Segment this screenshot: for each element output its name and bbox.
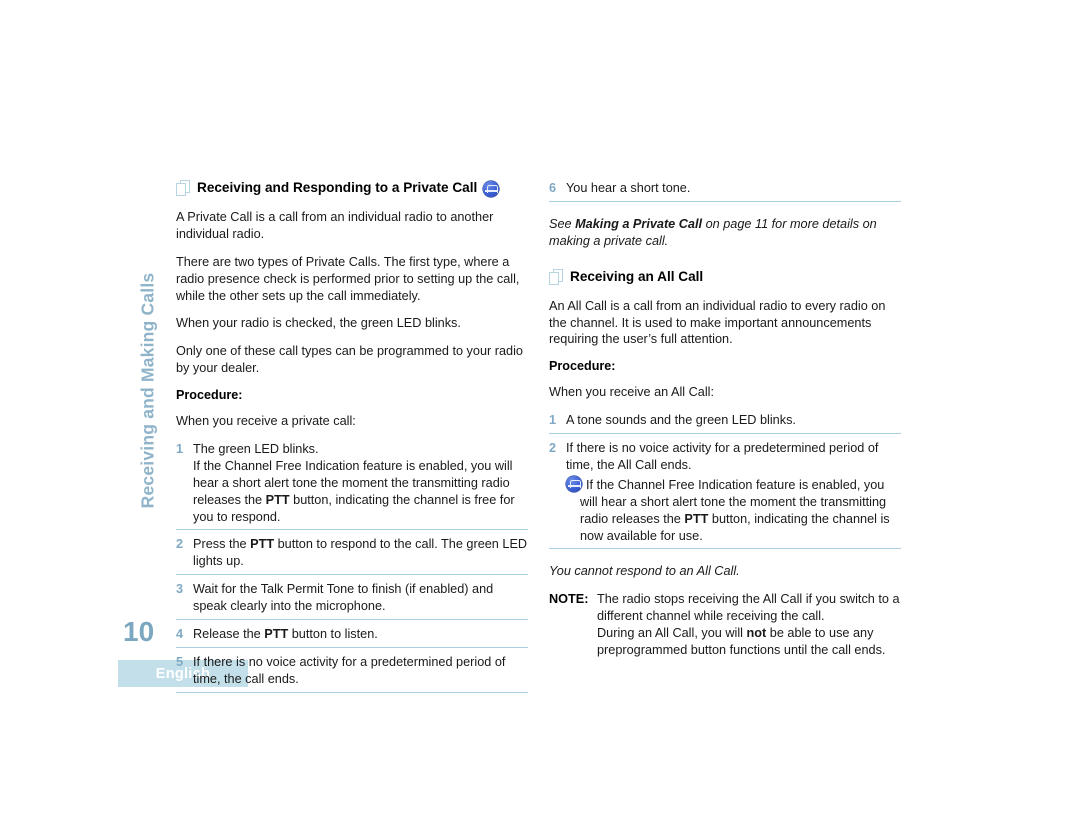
note-label: NOTE: <box>549 592 589 607</box>
note-body: The radio stops receiving the All Call i… <box>597 591 901 659</box>
ptt-term: PTT <box>684 511 709 526</box>
channel-free-radio-icon <box>483 180 500 197</box>
left-section-heading-text: Receiving and Responding to a Private Ca… <box>197 180 478 195</box>
chapter-tab-label: Receiving and Making Calls <box>137 272 158 509</box>
left-procedure-intro: When you receive a private call: <box>176 414 356 429</box>
list-item: 4 Release the PTT button to listen. <box>176 626 528 648</box>
cross-reference: See Making a Private Call on page 11 for… <box>549 216 901 250</box>
step-text: If there is no voice activity for a pred… <box>566 440 901 544</box>
list-item: 2 Press the PTT button to respond to the… <box>176 536 528 576</box>
right-section-heading: Receiving an All Call <box>549 268 901 286</box>
right-step-list: 1 A tone sounds and the green LED blinks… <box>549 412 901 550</box>
list-item: 2 If there is no voice activity for a pr… <box>549 440 901 550</box>
cross-reference-prefix: See <box>549 216 576 231</box>
step-number: 1 <box>176 442 184 457</box>
right-paragraph-1: An All Call is a call from an individual… <box>549 298 886 347</box>
step-number: 2 <box>549 441 557 456</box>
list-item: 5 If there is no voice activity for a pr… <box>176 654 528 693</box>
cross-reference-title: Making a Private Call <box>575 216 703 231</box>
step-text: The green LED blinks. If the Channel Fre… <box>193 441 528 525</box>
channel-free-radio-icon <box>566 475 582 492</box>
right-continued-step-list: 6 You hear a short tone. <box>549 180 901 202</box>
step-text: Wait for the Talk Permit Tone to finish … <box>193 582 494 614</box>
note-line-2-prefix: During an All Call, you will <box>597 626 747 641</box>
note-emphasis: not <box>746 626 767 641</box>
step-text: You hear a short tone. <box>566 181 691 195</box>
left-step-list: 1 The green LED blinks. If the Channel F… <box>176 441 528 693</box>
step-text: A tone sounds and the green LED blinks. <box>566 413 796 428</box>
step-number: 2 <box>176 537 184 552</box>
list-item: 6 You hear a short tone. <box>549 180 901 202</box>
list-item: 1 A tone sounds and the green LED blinks… <box>549 412 901 435</box>
step-text: Press the PTT button to respond to the c… <box>193 537 528 569</box>
page-number: 10 <box>123 616 155 647</box>
step-line: The green LED blinks. <box>193 442 319 457</box>
right-column: 6 You hear a short tone. See Making a Pr… <box>549 180 901 659</box>
note-block: NOTE: The radio stops receiving the All … <box>549 591 901 659</box>
all-call-italic-note: You cannot respond to an All Call. <box>549 564 740 579</box>
left-paragraph-3: When your radio is checked, the green LE… <box>176 316 461 331</box>
left-column: Receiving and Responding to a Private Ca… <box>176 180 528 699</box>
ptt-term: PTT <box>250 537 275 552</box>
ptt-term: PTT <box>264 627 289 642</box>
left-paragraph-4: Only one of these call types can be prog… <box>176 344 523 376</box>
step-line: If the Channel Free Indication feature i… <box>193 458 515 524</box>
step-number: 4 <box>176 627 184 642</box>
left-section-heading: Receiving and Responding to a Private Ca… <box>176 180 528 197</box>
list-item: 3 Wait for the Talk Permit Tone to finis… <box>176 581 528 621</box>
note-line-2: During an All Call, you will not be able… <box>597 625 901 659</box>
step-number: 6 <box>549 181 557 195</box>
note-line-1: The radio stops receiving the All Call i… <box>597 592 900 624</box>
list-item: 1 The green LED blinks. If the Channel F… <box>176 441 528 531</box>
right-procedure-label: Procedure: <box>549 359 616 374</box>
step-number: 3 <box>176 582 184 597</box>
step-text: If there is no voice activity for a pred… <box>193 654 506 686</box>
ptt-term: PTT <box>265 492 290 507</box>
stacked-pages-icon <box>549 268 564 286</box>
right-procedure-intro: When you receive an All Call: <box>549 385 715 400</box>
left-paragraph-2: There are two types of Private Calls. Th… <box>176 254 520 303</box>
step-number: 1 <box>549 413 557 428</box>
step-number: 5 <box>176 654 184 669</box>
left-procedure-label: Procedure: <box>176 388 243 403</box>
step-line: If there is no voice activity for a pred… <box>566 441 879 473</box>
right-section-heading-text: Receiving an All Call <box>570 268 704 284</box>
sidebar: Receiving and Making Calls 10 English <box>118 180 248 687</box>
step-sub-note: If the Channel Free Indication feature i… <box>566 475 901 545</box>
left-paragraph-1: A Private Call is a call from an individ… <box>176 210 494 241</box>
stacked-pages-icon <box>176 180 191 197</box>
manual-page: Receiving and Making Calls 10 English Re… <box>0 0 1080 834</box>
step-text: Release the PTT button to listen. <box>193 627 378 642</box>
